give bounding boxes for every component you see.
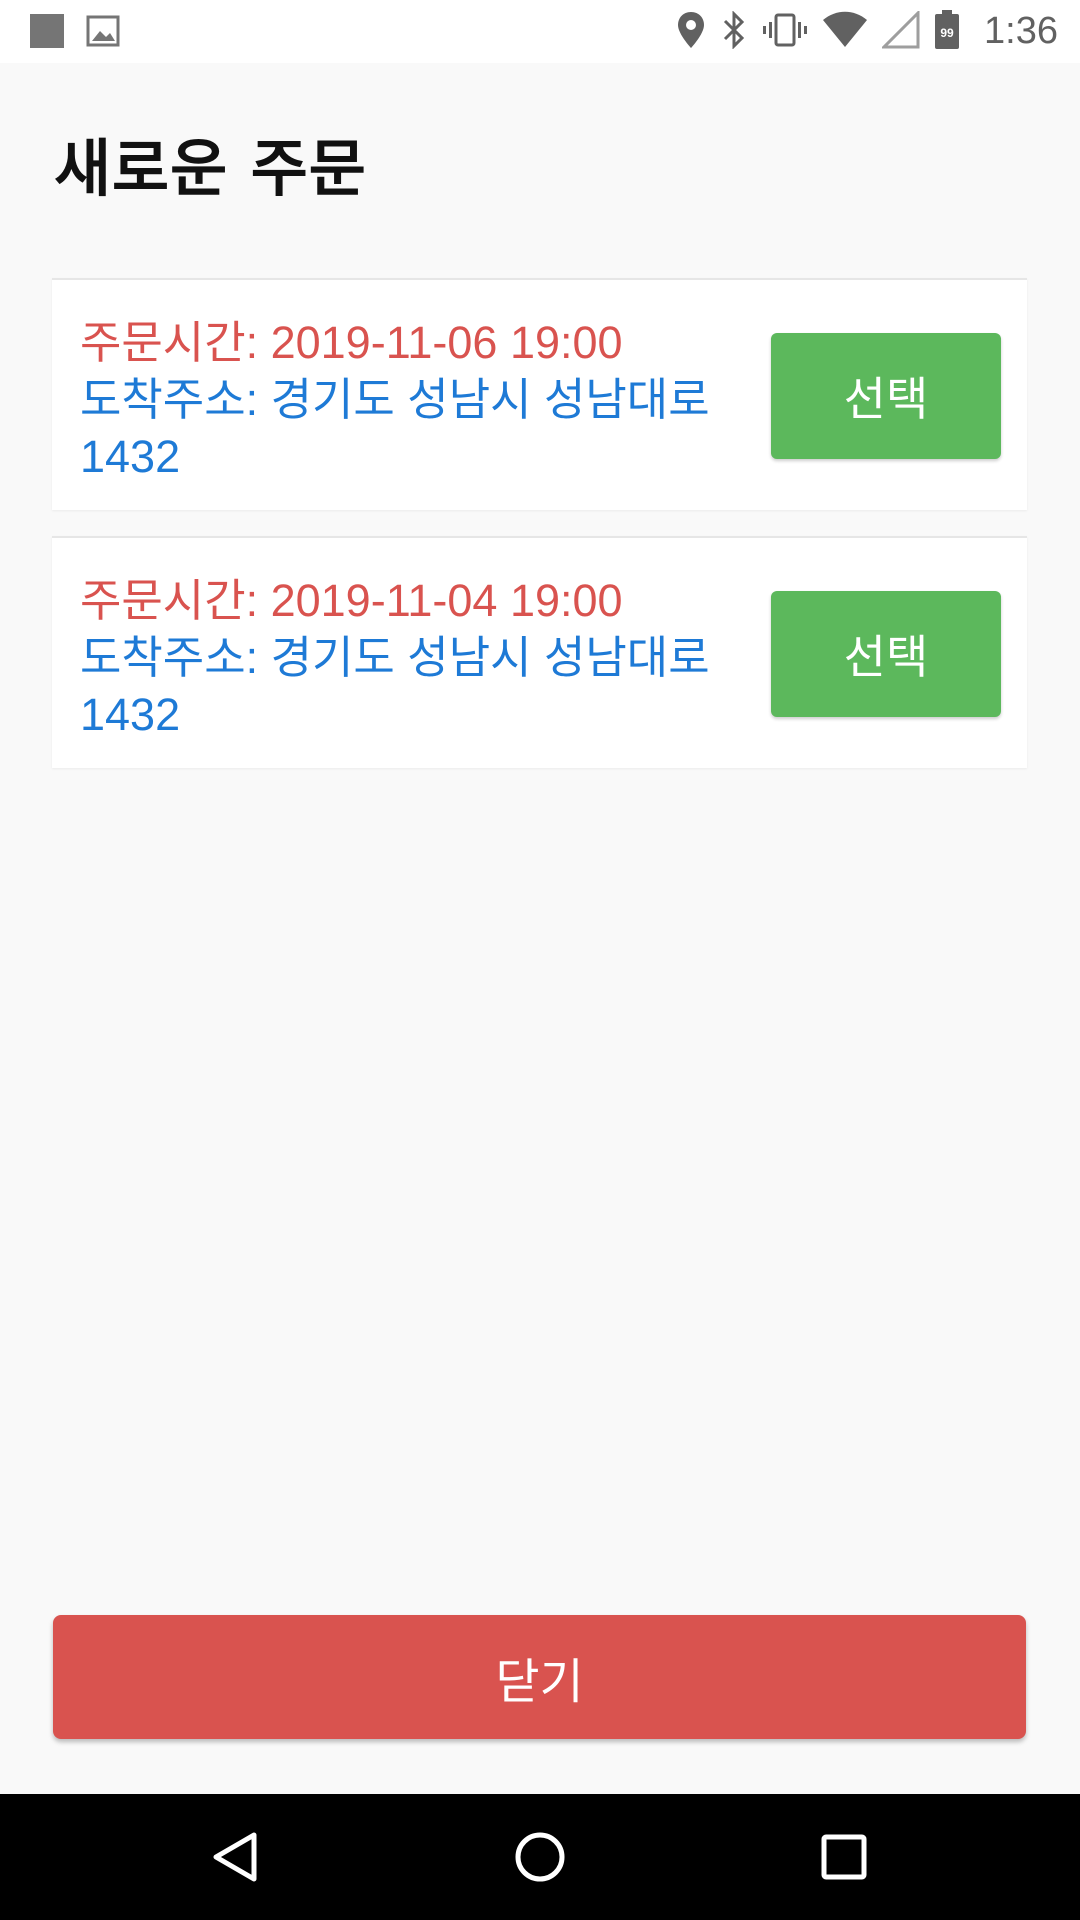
order-address-line2: 1432 [80, 431, 181, 482]
order-info: 주문시간: 2019-11-04 19:00 도착주소: 경기도 성남시 성남대… [80, 572, 780, 743]
order-time: 주문시간: 2019-11-04 19:00 [80, 575, 623, 626]
order-card: 주문시간: 2019-11-04 19:00 도착주소: 경기도 성남시 성남대… [52, 536, 1027, 768]
navigation-bar [0, 1794, 1080, 1920]
order-address-line1: 도착주소: 경기도 성남시 성남대로 [80, 374, 710, 425]
order-address: 도착주소: 경기도 성남시 성남대로 1432 [80, 629, 780, 743]
battery-icon: 99 [934, 9, 960, 54]
back-icon[interactable] [206, 1827, 266, 1887]
wifi-icon [822, 11, 868, 53]
notification-square-icon [30, 14, 64, 52]
select-button[interactable]: 선택 [771, 591, 1001, 717]
status-right-icons: 99 1:36 [676, 0, 1058, 63]
status-time: 1:36 [984, 10, 1058, 52]
order-address: 도착주소: 경기도 성남시 성남대로 1432 [80, 371, 780, 485]
status-bar: 99 1:36 [0, 0, 1080, 63]
bluetooth-icon [720, 9, 748, 53]
select-button[interactable]: 선택 [771, 333, 1001, 459]
order-time: 주문시간: 2019-11-06 19:00 [80, 317, 623, 368]
home-icon[interactable] [510, 1827, 570, 1887]
status-left-icons [30, 14, 120, 52]
close-button[interactable]: 닫기 [53, 1615, 1026, 1739]
order-list: 주문시간: 2019-11-06 19:00 도착주소: 경기도 성남시 성남대… [52, 278, 1027, 794]
order-address-line2: 1432 [80, 689, 181, 740]
battery-level: 99 [940, 26, 954, 40]
location-icon [676, 11, 706, 53]
page-title: 새로운 주문 [54, 132, 367, 205]
order-info: 주문시간: 2019-11-06 19:00 도착주소: 경기도 성남시 성남대… [80, 314, 780, 485]
cell-signal-icon [880, 8, 920, 53]
order-card: 주문시간: 2019-11-06 19:00 도착주소: 경기도 성남시 성남대… [52, 278, 1027, 510]
order-address-line1: 도착주소: 경기도 성남시 성남대로 [80, 632, 710, 683]
image-icon [86, 14, 120, 52]
recents-icon[interactable] [814, 1827, 874, 1887]
vibrate-icon [762, 11, 808, 53]
